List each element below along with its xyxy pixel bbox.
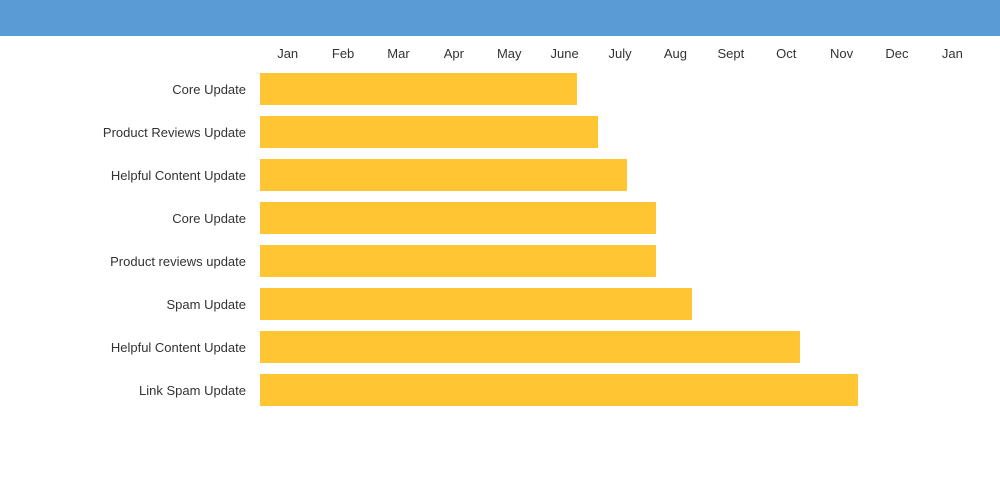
bar-container (260, 202, 980, 234)
chart-rows: Core Update Product Reviews Update Helpful… (10, 69, 980, 410)
month-axis: JanFebMarAprMayJuneJulyAugSeptOctNovDecJ… (260, 46, 980, 61)
month-label: Jan (925, 46, 980, 61)
chart-row: Product Reviews Update (10, 112, 980, 152)
chart-row: Spam Update (10, 284, 980, 324)
month-label: Oct (759, 46, 814, 61)
bar (260, 202, 656, 234)
bar-container (260, 374, 980, 406)
month-label: May (482, 46, 537, 61)
bar (260, 159, 627, 191)
month-label: Mar (371, 46, 426, 61)
row-label: Core Update (10, 82, 260, 97)
bar-container (260, 73, 980, 105)
page-header (0, 0, 1000, 36)
page-wrapper: JanFebMarAprMayJuneJulyAugSeptOctNovDecJ… (0, 0, 1000, 420)
month-label: Dec (869, 46, 924, 61)
bar-container (260, 116, 980, 148)
month-label: Nov (814, 46, 869, 61)
bar (260, 245, 656, 277)
bar (260, 116, 598, 148)
bar (260, 331, 800, 363)
bar-container (260, 245, 980, 277)
chart-row: Core Update (10, 198, 980, 238)
chart-row: Product reviews update (10, 241, 980, 281)
bar (260, 288, 692, 320)
row-label: Spam Update (10, 297, 260, 312)
chart-row: Core Update (10, 69, 980, 109)
month-label: Apr (426, 46, 481, 61)
chart-row: Helpful Content Update (10, 327, 980, 367)
row-label: Link Spam Update (10, 383, 260, 398)
row-label: Product Reviews Update (10, 125, 260, 140)
month-label: Sept (703, 46, 758, 61)
month-label: July (592, 46, 647, 61)
month-label: Jan (260, 46, 315, 61)
chart-row: Link Spam Update (10, 370, 980, 410)
month-label: Feb (315, 46, 370, 61)
chart-row: Helpful Content Update (10, 155, 980, 195)
bar (260, 73, 577, 105)
row-label: Helpful Content Update (10, 168, 260, 183)
chart-area: JanFebMarAprMayJuneJulyAugSeptOctNovDecJ… (0, 36, 1000, 420)
bar (260, 374, 858, 406)
month-label: June (537, 46, 592, 61)
row-label: Product reviews update (10, 254, 260, 269)
row-label: Helpful Content Update (10, 340, 260, 355)
bar-container (260, 288, 980, 320)
bar-container (260, 159, 980, 191)
month-label: Aug (648, 46, 703, 61)
row-label: Core Update (10, 211, 260, 226)
bar-container (260, 331, 980, 363)
